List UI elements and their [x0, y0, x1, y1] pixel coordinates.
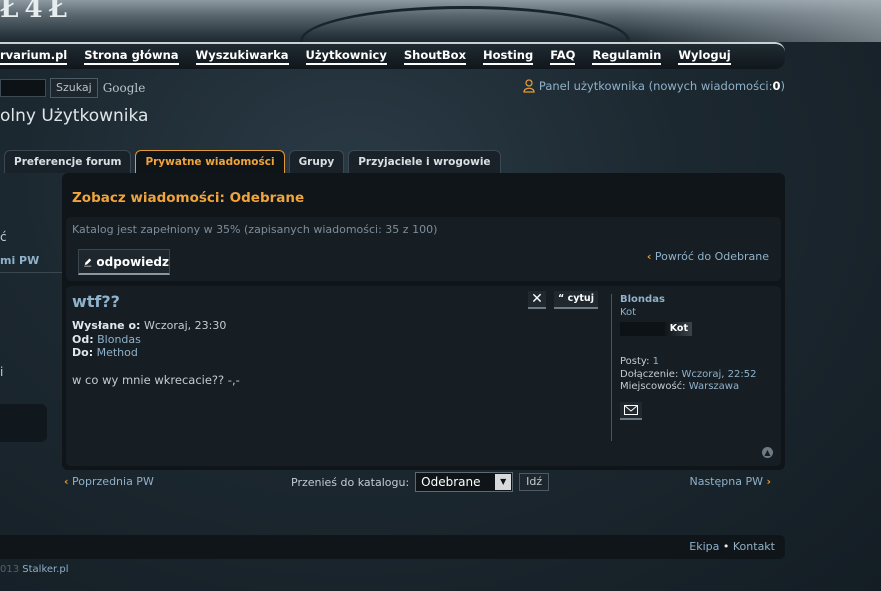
back-to-top-icon[interactable]: ▲: [762, 447, 773, 458]
nav-wyszukiwarka[interactable]: Wyszukiwarka: [195, 48, 289, 65]
site-banner: Ł4Ł: [0, 0, 881, 42]
tab-przyjaciele-i-wrogowie[interactable]: Przyjaciele i wrogowie: [348, 150, 501, 173]
tab-prywatne-wiadomosci[interactable]: Prywatne wiadomości: [135, 150, 285, 173]
nav-faq[interactable]: FAQ: [550, 48, 576, 65]
next-pm-label: Następna PW: [689, 475, 763, 488]
sidebar-item-fragment[interactable]: ć: [0, 230, 7, 244]
nav-strona-glowna[interactable]: Strona główna: [84, 48, 179, 65]
chevron-right-icon: ›: [766, 475, 771, 488]
tab-grupy[interactable]: Grupy: [288, 150, 345, 173]
user-panel-suffix: ): [780, 79, 786, 93]
message-meta: Wysłane o: Wczoraj, 23:30 Od: Blondas Do…: [72, 319, 226, 360]
footer-separator: •: [722, 540, 730, 553]
nav-hosting[interactable]: Hosting: [483, 48, 534, 65]
search-input[interactable]: [0, 79, 46, 97]
rank-badge: Kot: [620, 322, 692, 336]
quote-button[interactable]: “ cytuj: [554, 291, 598, 309]
move-to-folder: Przenieś do katalogu: Odebrane ▼ Idź: [291, 472, 550, 492]
tab-preferencje-forum[interactable]: Preferencje forum: [4, 150, 132, 173]
nav-uzytkownicy[interactable]: Użytkownicy: [305, 48, 387, 65]
folder-select[interactable]: Odebrane ▼: [415, 472, 514, 492]
to-label: Do:: [72, 346, 94, 359]
location-value: Warszawa: [688, 381, 740, 392]
new-messages-count: 0: [772, 79, 781, 93]
banner-mist: [621, 0, 881, 42]
back-to-inbox-link[interactable]: ‹ Powróć do Odebrane: [647, 250, 769, 263]
close-icon: ✕: [531, 291, 543, 307]
site-logo[interactable]: Ł4Ł: [0, 0, 73, 24]
envelope-icon: [624, 404, 638, 415]
move-go-button[interactable]: Idź: [519, 473, 550, 491]
message-subject: wtf??: [72, 292, 120, 311]
footer-team-link[interactable]: Ekipa: [689, 540, 719, 553]
posts-label: Posty:: [620, 356, 650, 367]
folder-select-value: Odebrane: [421, 475, 481, 489]
location-label: Miejscowość:: [620, 381, 686, 392]
nav-wyloguj[interactable]: Wyloguj: [678, 48, 731, 65]
search-bar: Szukaj Google: [0, 78, 145, 98]
chevron-left-icon: ‹: [64, 475, 69, 488]
main-navigation: rvarium.pl Strona główna Wyszukiwarka Uż…: [0, 42, 785, 69]
copyright-year: 013: [0, 564, 20, 575]
sidebar-divider: [0, 272, 62, 273]
send-pm-button[interactable]: [620, 401, 642, 420]
chevron-left-icon: ‹: [646, 250, 652, 263]
sidebar-item-fragment-2[interactable]: i: [0, 365, 3, 379]
posts-count-link[interactable]: 1: [653, 356, 659, 367]
profile-divider: [611, 294, 612, 441]
delete-message-button[interactable]: ✕: [528, 291, 546, 309]
user-panel-link[interactable]: Panel użytkownika (nowych wiadomości: 0): [523, 79, 785, 93]
nav-shoutbox[interactable]: ShoutBox: [403, 48, 466, 65]
quote-label: cytuj: [567, 293, 594, 304]
pm-view-title: Zobacz wiadomości: Odebrane: [72, 190, 305, 206]
from-label: Od:: [72, 332, 94, 346]
sidebar-box: [0, 404, 47, 442]
sent-label: Wysłane o:: [72, 319, 141, 332]
chevron-down-icon: ▼: [495, 474, 512, 490]
user-panel-text: Panel użytkownika (nowych wiadomości:: [538, 79, 773, 93]
author-profile: Blondas Kot Kot Posty: 1 Dołączenie: Wcz…: [620, 294, 760, 420]
nav-regulamin[interactable]: Regulamin: [592, 48, 662, 65]
author-username-link[interactable]: Blondas: [620, 294, 760, 307]
to-user-link[interactable]: Method: [97, 346, 138, 359]
sidebar-item-pw-active[interactable]: mi PW: [0, 254, 39, 267]
footer-links: Ekipa • Kontakt: [689, 540, 775, 553]
nav-home-site[interactable]: rvarium.pl: [0, 48, 68, 65]
sent-value: Wczoraj, 23:30: [143, 319, 227, 332]
banner-bridge-art: [300, 6, 630, 42]
pm-view-panel: Zobacz wiadomości: Odebrane Katalog jest…: [62, 173, 785, 470]
message-body: w co wy mnie wkrecacie?? -,-: [72, 373, 240, 387]
footer-contact-link[interactable]: Kontakt: [733, 540, 775, 553]
google-label: Google: [102, 81, 146, 95]
copyright-site-link[interactable]: Stalker.pl: [22, 564, 68, 575]
folder-info-box: Katalog jest zapełniony w 35% (zapisanyc…: [66, 217, 781, 281]
reply-button[interactable]: odpowiedz: [78, 249, 170, 275]
previous-pm-link[interactable]: ‹ Poprzednia PW: [64, 475, 154, 488]
copyright: 013 Stalker.pl: [0, 564, 69, 575]
move-label: Przenieś do katalogu:: [291, 475, 410, 489]
back-link-label: Powróć do Odebrane: [654, 250, 769, 263]
joined-label: Dołączenie:: [620, 368, 679, 380]
message-post: wtf?? Wysłane o: Wczoraj, 23:30 Od: Blon…: [66, 286, 781, 466]
user-panel-icon: [523, 79, 535, 93]
reply-button-label: odpowiedz: [96, 254, 169, 269]
ucp-tabs: Preferencje forum Prywatne wiadomości Gr…: [4, 150, 505, 173]
page-title: olny Użytkownika: [0, 106, 149, 126]
joined-value: Wczoraj, 22:52: [681, 368, 757, 380]
page-footer: Ekipa • Kontakt: [0, 535, 785, 559]
search-button[interactable]: Szukaj: [50, 78, 98, 98]
pencil-icon: [84, 257, 92, 266]
quote-icon: “: [558, 293, 565, 304]
previous-pm-label: Poprzednia PW: [72, 475, 154, 488]
from-user-link[interactable]: Blondas: [97, 333, 141, 346]
folder-usage-note: Katalog jest zapełniony w 35% (zapisanyc…: [72, 223, 438, 236]
author-rank: Kot: [620, 306, 637, 318]
next-pm-link[interactable]: Następna PW ›: [689, 475, 771, 488]
